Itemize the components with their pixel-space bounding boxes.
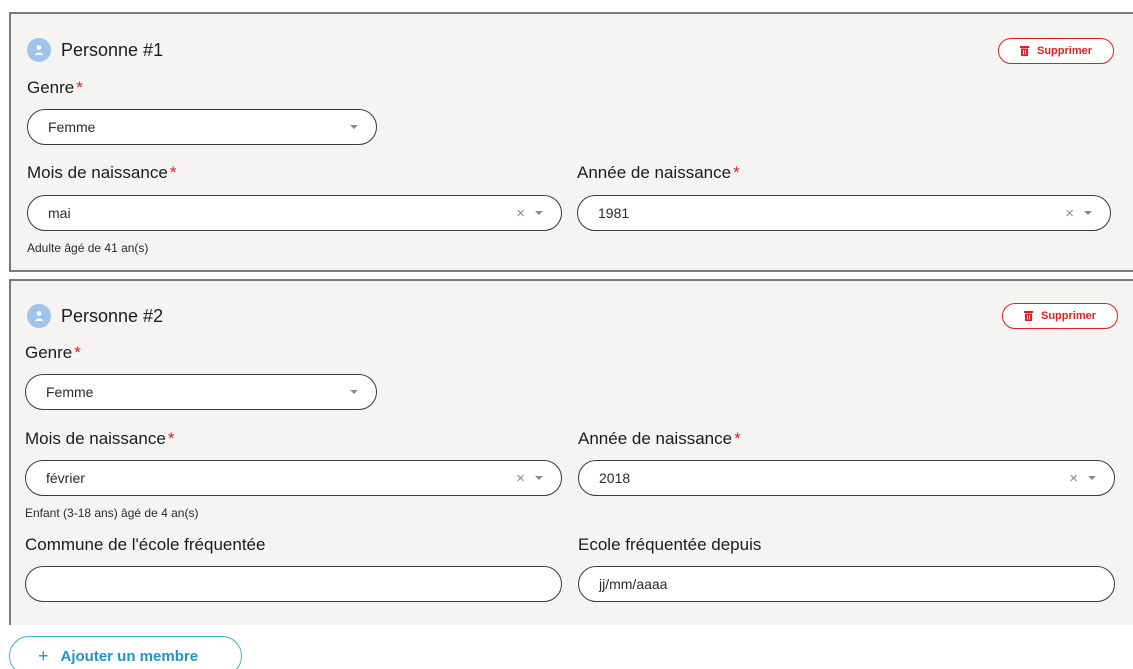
year-label: Année de naissance * <box>578 429 741 448</box>
clear-icon[interactable]: × <box>516 205 525 222</box>
person-title: Personne #2 <box>61 305 164 326</box>
delete-person-button[interactable]: Supprimer <box>998 38 1114 64</box>
person-title: Personne #1 <box>61 39 164 60</box>
required-marker: * <box>76 78 83 97</box>
genre-label: Genre * <box>25 343 81 362</box>
caret-down-icon <box>350 125 358 129</box>
month-value: février <box>46 470 85 486</box>
caret-down-icon <box>1088 476 1096 480</box>
month-select[interactable]: février × <box>25 460 562 496</box>
person-icon <box>27 38 51 62</box>
year-select[interactable]: 2018 × <box>578 460 1115 496</box>
clear-icon[interactable]: × <box>1065 205 1074 222</box>
genre-label: Genre * <box>27 78 83 97</box>
caret-down-icon <box>535 476 543 480</box>
trash-icon <box>1019 46 1029 56</box>
genre-value: Femme <box>48 119 96 135</box>
add-member-button[interactable]: + Ajouter un membre <box>9 636 242 669</box>
age-hint: Adulte âgé de 41 an(s) <box>27 241 149 255</box>
year-value: 1981 <box>598 205 630 221</box>
required-marker: * <box>74 343 81 362</box>
school-commune-label: Commune de l'école fréquentée <box>25 535 266 554</box>
genre-value: Femme <box>46 384 94 400</box>
clear-icon[interactable]: × <box>1069 470 1078 487</box>
year-value: 2018 <box>599 470 631 486</box>
person-card-1: Personne #1 Supprimer Genre * Femme Mois … <box>9 12 1133 272</box>
caret-down-icon <box>535 211 543 215</box>
genre-select[interactable]: Femme <box>25 374 377 410</box>
month-label: Mois de naissance * <box>27 163 177 182</box>
person-icon <box>27 304 51 328</box>
year-label: Année de naissance * <box>577 163 740 182</box>
school-since-date-input[interactable] <box>578 566 1115 602</box>
required-marker: * <box>734 429 741 448</box>
school-since-label: Ecole fréquentée depuis <box>578 535 762 554</box>
person-header: Personne #1 <box>27 38 163 62</box>
delete-label: Supprimer <box>1040 310 1096 322</box>
required-marker: * <box>733 163 740 182</box>
school-commune-input[interactable] <box>25 566 562 602</box>
month-value: mai <box>48 205 71 221</box>
trash-icon <box>1023 311 1033 321</box>
month-select[interactable]: mai × <box>27 195 562 231</box>
required-marker: * <box>167 429 175 448</box>
plus-icon: + <box>38 645 49 666</box>
caret-down-icon <box>350 390 358 394</box>
month-label: Mois de naissance * <box>25 429 175 448</box>
caret-down-icon <box>1084 211 1092 215</box>
year-select[interactable]: 1981 × <box>577 195 1111 231</box>
delete-label: Supprimer <box>1036 45 1092 57</box>
required-marker: * <box>169 163 177 182</box>
genre-select[interactable]: Femme <box>27 109 377 145</box>
clear-icon[interactable]: × <box>516 470 525 487</box>
add-member-label: Ajouter un membre <box>60 647 199 665</box>
age-hint: Enfant (3-18 ans) âgé de 4 an(s) <box>25 506 199 520</box>
person-card-2: Personne #2 Supprimer Genre * Femme Mois … <box>9 279 1133 625</box>
delete-person-button[interactable]: Supprimer <box>1002 303 1118 329</box>
person-header: Personne #2 <box>27 304 163 328</box>
